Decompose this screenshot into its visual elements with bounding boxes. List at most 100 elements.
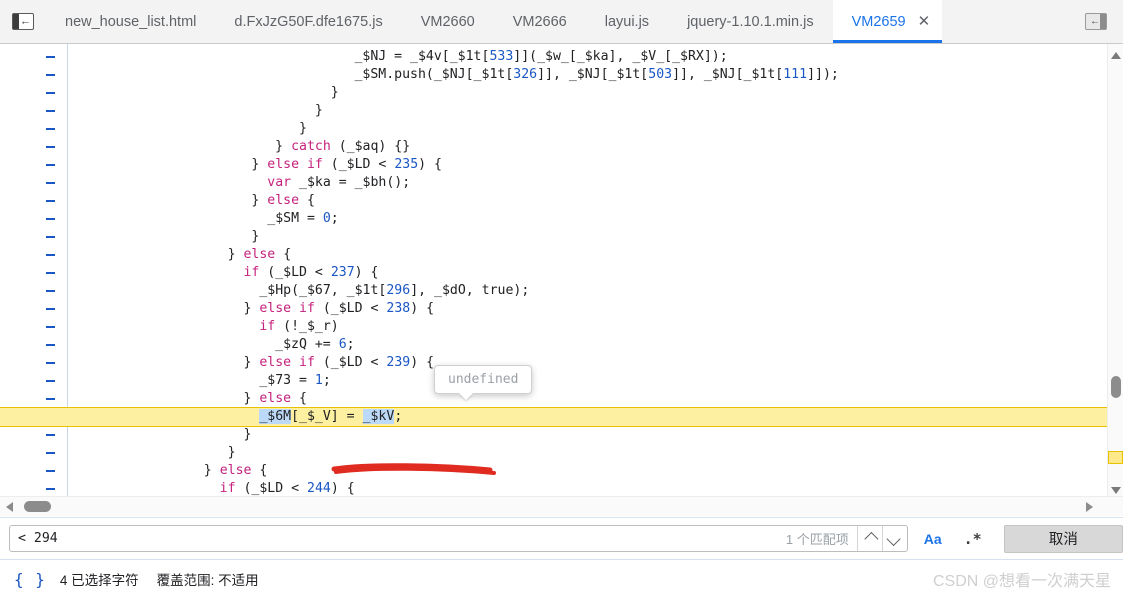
show-side-panel-icon — [1085, 13, 1107, 30]
code-line[interactable]: _$SM.push(_$NJ[_$1t[326]], _$NJ[_$1t[503… — [354, 66, 838, 84]
code-line[interactable]: } — [251, 228, 259, 246]
code-line[interactable]: var _$ka = _$bh(); — [267, 174, 410, 192]
code-line[interactable]: if (_$LD < 237) { — [243, 264, 378, 282]
code-line[interactable]: _$Hp(_$67, _$1t[296], _$dO, true); — [259, 282, 529, 300]
code-token: _$zQ += — [275, 337, 339, 352]
code-line[interactable]: _$6M[_$_V] = _$kV; — [259, 408, 402, 426]
regex-toggle[interactable]: .* — [964, 530, 982, 548]
vertical-scrollbar-thumb[interactable] — [1111, 376, 1121, 398]
code-token: (_$LD < — [259, 265, 331, 280]
code-line[interactable]: } — [228, 444, 236, 462]
line-number-marker — [46, 470, 55, 472]
source-code[interactable]: _$NJ = _$4v[_$1t[533]](_$w_[_$ka], _$V_[… — [69, 44, 1123, 516]
code-token: } — [251, 157, 268, 172]
code-token: } — [203, 463, 220, 478]
cancel-button[interactable]: 取消 — [1003, 524, 1123, 553]
pretty-print-button[interactable]: { } — [14, 570, 46, 589]
tab-d-fxjzg50f-dfe1675-js[interactable]: d.FxJzG50F.dfe1675.js — [215, 0, 401, 43]
code-line[interactable]: } else { — [243, 390, 307, 408]
code-token: 533 — [489, 49, 514, 64]
code-line[interactable]: } catch (_$aq) {} — [275, 138, 410, 156]
code-token: 111 — [783, 67, 808, 82]
code-line[interactable]: } else { — [251, 192, 315, 210]
tab-label: new_house_list.html — [65, 13, 197, 30]
line-number-marker — [46, 110, 55, 112]
tab-layui-js[interactable]: layui.js — [586, 0, 668, 43]
search-input[interactable] — [10, 526, 786, 551]
scroll-down-arrow-icon[interactable] — [1111, 487, 1121, 494]
horizontal-scrollbar[interactable] — [0, 496, 1123, 516]
code-token: ; — [330, 211, 339, 226]
scroll-left-arrow-icon[interactable] — [6, 502, 13, 512]
code-token: 6 — [338, 337, 347, 352]
code-line[interactable]: } — [299, 120, 307, 138]
code-line[interactable]: } — [243, 426, 251, 444]
code-token: _$73 = — [259, 373, 315, 388]
code-token: 235 — [394, 157, 419, 172]
show-navigator-panel-icon — [12, 13, 34, 30]
code-token: { — [299, 193, 315, 208]
find-previous-button[interactable] — [856, 526, 882, 551]
selected-token: _$6M — [259, 409, 292, 424]
find-next-button[interactable] — [881, 526, 907, 551]
code-line[interactable]: _$73 = 1; — [259, 372, 330, 390]
find-nav-group — [856, 526, 907, 551]
code-line[interactable]: } else if (_$LD < 235) { — [251, 156, 442, 174]
close-icon[interactable]: ✕ — [918, 14, 931, 29]
code-line[interactable]: } else { — [204, 462, 268, 480]
tab-new-house-list-html[interactable]: new_house_list.html — [46, 0, 215, 43]
tab-label: d.FxJzG50F.dfe1675.js — [234, 13, 383, 30]
status-bar: { } 4 已选择字符 覆盖范围: 不适用 CSDN @想看一次满天星 — [0, 561, 1123, 597]
code-line[interactable]: } — [331, 84, 339, 102]
code-line[interactable]: } else if (_$LD < 238) { — [243, 300, 434, 318]
line-number-gutter — [0, 44, 68, 516]
chevron-down-icon — [886, 531, 901, 546]
scroll-right-arrow-icon[interactable] — [1086, 502, 1093, 512]
code-line[interactable]: } — [315, 102, 323, 120]
code-token: ]](_$w_[_$ka], _$V_[_$RX]); — [513, 49, 728, 64]
line-number-marker — [46, 344, 55, 346]
tab-vm2659[interactable]: VM2659 ✕ — [832, 0, 943, 43]
code-editor[interactable]: _$NJ = _$4v[_$1t[533]](_$w_[_$ka], _$V_[… — [0, 44, 1123, 516]
horizontal-scrollbar-thumb[interactable] — [24, 501, 51, 512]
code-token: _$NJ = _$4v[_$1t[ — [354, 49, 490, 64]
tab-label: VM2659 — [851, 13, 906, 30]
code-token: ; — [322, 373, 331, 388]
code-line[interactable]: _$NJ = _$4v[_$1t[533]](_$w_[_$ka], _$V_[… — [354, 48, 727, 66]
tab-vm2666[interactable]: VM2666 — [494, 0, 586, 43]
code-line[interactable]: } else { — [228, 246, 292, 264]
tab-label: layui.js — [604, 13, 650, 30]
code-token: 296 — [386, 283, 411, 298]
match-case-toggle[interactable]: Aa — [924, 531, 942, 547]
code-token: { — [251, 463, 268, 478]
scroll-up-arrow-icon[interactable] — [1111, 52, 1121, 59]
line-number-marker — [46, 218, 55, 220]
find-input-wrapper[interactable]: 1 个匹配项 — [9, 525, 908, 552]
code-line[interactable]: _$SM = 0; — [267, 210, 338, 228]
show-side-panel-button[interactable] — [1069, 0, 1123, 43]
code-line[interactable]: if (!_$_r) — [259, 318, 338, 336]
tab-vm2660[interactable]: VM2660 — [402, 0, 494, 43]
code-token: var — [267, 175, 292, 190]
code-token: (_$aq) {} — [330, 139, 411, 154]
tab-list: new_house_list.html d.FxJzG50F.dfe1675.js… — [46, 0, 1069, 43]
vertical-scrollbar[interactable] — [1107, 44, 1123, 516]
code-token: ]], _$NJ[_$1t[ — [537, 67, 649, 82]
code-token: [_$_V] = — [291, 409, 363, 424]
line-number-marker — [46, 326, 55, 328]
line-number-marker — [46, 200, 55, 202]
code-token: } — [251, 193, 268, 208]
code-token: if — [243, 265, 260, 280]
tab-jquery-1-10-1-min-js[interactable]: jquery-1.10.1.min.js — [668, 0, 833, 43]
line-number-marker — [46, 92, 55, 94]
code-token: } — [298, 121, 307, 136]
tab-label: jquery-1.10.1.min.js — [687, 13, 814, 30]
code-token: } — [243, 391, 260, 406]
code-line[interactable]: _$zQ += 6; — [275, 336, 354, 354]
line-number-marker — [46, 164, 55, 166]
tab-bar: new_house_list.html d.FxJzG50F.dfe1675.js… — [0, 0, 1123, 44]
selected-token: _$kV — [362, 409, 395, 424]
code-token: (_$LD < — [322, 157, 395, 172]
code-line[interactable]: } else if (_$LD < 239) { — [243, 354, 434, 372]
show-navigator-panel-button[interactable] — [0, 0, 46, 43]
